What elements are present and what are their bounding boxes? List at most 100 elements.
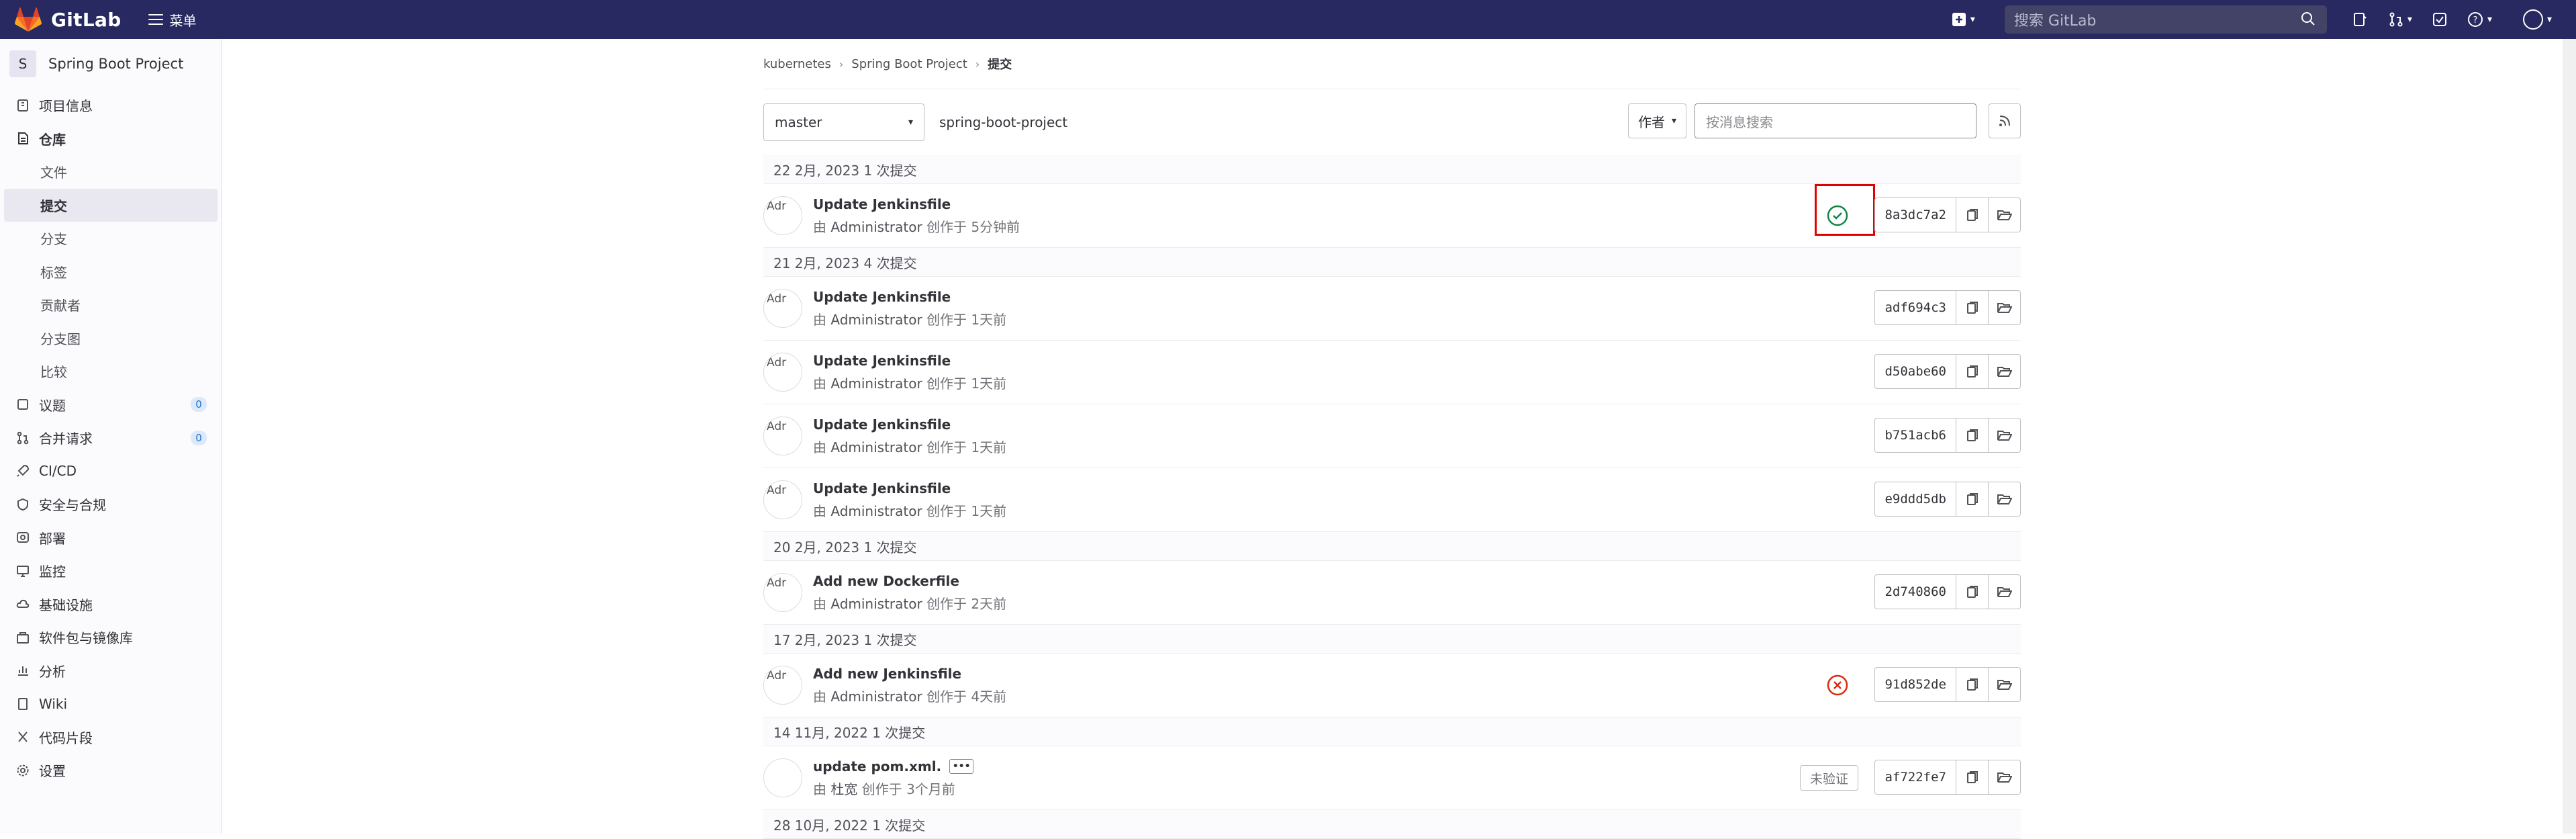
chevron-down-icon: ▾	[1671, 116, 1676, 126]
browse-files-button[interactable]	[1989, 354, 2021, 389]
copy-sha-button[interactable]	[1956, 760, 1989, 795]
commit-title[interactable]: Add new Dockerfile	[813, 573, 959, 589]
breadcrumb-group[interactable]: kubernetes	[763, 57, 831, 71]
sidebar-item-security[interactable]: 安全与合规	[0, 488, 222, 521]
merge-requests-top-button[interactable]: ▾	[2389, 12, 2412, 27]
sidebar-item-monitor[interactable]: 监控	[0, 554, 222, 588]
avatar[interactable]: Adr	[763, 666, 802, 705]
commit-title[interactable]: update pom.xml.	[813, 758, 941, 775]
commit-search-input[interactable]: 按消息搜索	[1695, 103, 1976, 138]
sidebar-item-infrastructure[interactable]: 基础设施	[0, 588, 222, 621]
sidebar-sub-graph[interactable]: 分支图	[0, 322, 222, 355]
commit-sha[interactable]: 2d740860	[1874, 574, 1956, 609]
commit-sha[interactable]: 91d852de	[1874, 667, 1956, 702]
browse-files-button[interactable]	[1989, 667, 2021, 702]
expand-message-button[interactable]: •••	[949, 758, 974, 774]
todos-button[interactable]	[2432, 12, 2447, 27]
issues-top-button[interactable]	[2352, 12, 2367, 27]
sidebar-item-project-info[interactable]: 项目信息	[0, 89, 222, 122]
commit-sha[interactable]: adf694c3	[1874, 290, 1956, 325]
avatar[interactable]: Adr	[763, 573, 802, 612]
todo-check-icon	[2432, 13, 2446, 26]
copy-icon	[1966, 586, 1978, 598]
copy-sha-button[interactable]	[1956, 290, 1989, 325]
branch-selector[interactable]: master ▾	[763, 103, 924, 141]
copy-icon	[1966, 493, 1978, 505]
commit-author[interactable]: Administrator	[830, 312, 922, 328]
sidebar-item-repository[interactable]: 仓库	[0, 122, 222, 156]
sidebar-sub-compare[interactable]: 比较	[0, 355, 222, 388]
sidebar-item-packages[interactable]: 软件包与镜像库	[0, 621, 222, 654]
sidebar-item-settings[interactable]: 设置	[0, 754, 222, 787]
copy-sha-button[interactable]	[1956, 197, 1989, 232]
commit-author[interactable]: Administrator	[830, 439, 922, 455]
sidebar-item-deployments[interactable]: 部署	[0, 521, 222, 555]
copy-sha-button[interactable]	[1956, 574, 1989, 609]
commit-sha[interactable]: b751acb6	[1874, 418, 1956, 453]
project-sidebar: S Spring Boot Project 项目信息 仓库 文件 提交 分支 标…	[0, 39, 222, 834]
browse-files-button[interactable]	[1989, 574, 2021, 609]
sidebar-item-label: Wiki	[39, 695, 68, 712]
copy-sha-button[interactable]	[1956, 667, 1989, 702]
sidebar-item-snippets[interactable]: 代码片段	[0, 721, 222, 754]
author-dropdown[interactable]: 作者 ▾	[1627, 103, 1686, 138]
copy-sha-button[interactable]	[1956, 482, 1989, 517]
commit-by: 由	[813, 439, 826, 455]
commit-title[interactable]: Update Jenkinsfile	[813, 289, 951, 305]
commit-by: 由	[813, 502, 826, 519]
scrollbar[interactable]	[2563, 39, 2576, 834]
commit-author[interactable]: 杜宽	[830, 781, 857, 797]
global-search-input[interactable]: 搜索 GitLab	[2004, 5, 2327, 34]
sidebar-sub-commits[interactable]: 提交	[4, 188, 218, 222]
avatar[interactable]: Adr	[763, 416, 802, 455]
gitlab-logo[interactable]: GitLab	[15, 7, 122, 32]
new-item-button[interactable]: ▾	[1952, 12, 1975, 27]
unverified-badge[interactable]: 未验证	[1799, 765, 1858, 791]
commit-title[interactable]: Update Jenkinsfile	[813, 416, 951, 433]
sidebar-project-header[interactable]: S Spring Boot Project	[0, 39, 222, 89]
book-icon	[15, 697, 31, 711]
pipeline-status-failed[interactable]	[1824, 672, 1851, 699]
commit-title[interactable]: Update Jenkinsfile	[813, 196, 951, 212]
commit-author[interactable]: Administrator	[830, 376, 922, 392]
breadcrumb-current[interactable]: 提交	[988, 55, 1012, 73]
copy-sha-button[interactable]	[1956, 418, 1989, 453]
avatar[interactable]: Adr	[763, 289, 802, 328]
breadcrumb-project[interactable]: Spring Boot Project	[851, 57, 967, 71]
sidebar-sub-tags[interactable]: 标签	[0, 255, 222, 289]
commit-author[interactable]: Administrator	[830, 596, 922, 612]
sidebar-sub-contributors[interactable]: 贡献者	[0, 288, 222, 322]
commit-author[interactable]: Administrator	[830, 503, 922, 519]
user-menu-button[interactable]: ▾	[2522, 9, 2552, 30]
sidebar-item-merge-requests[interactable]: 合并请求 0	[0, 421, 222, 455]
sidebar-item-issues[interactable]: 议题 0	[0, 388, 222, 422]
commit-sha[interactable]: 8a3dc7a2	[1874, 197, 1956, 232]
avatar[interactable]: Adr	[763, 196, 802, 235]
sidebar-item-wiki[interactable]: Wiki	[0, 687, 222, 721]
sidebar-item-cicd[interactable]: CI/CD	[0, 455, 222, 488]
browse-files-button[interactable]	[1989, 290, 2021, 325]
commit-sha[interactable]: af722fe7	[1874, 760, 1956, 795]
browse-files-button[interactable]	[1989, 482, 2021, 517]
sidebar-sub-files[interactable]: 文件	[0, 155, 222, 189]
sidebar-sub-branches[interactable]: 分支	[0, 222, 222, 255]
project-path[interactable]: spring-boot-project	[939, 114, 1067, 130]
copy-sha-button[interactable]	[1956, 354, 1989, 389]
avatar[interactable]: Adr	[763, 480, 802, 519]
avatar[interactable]: Adr	[763, 353, 802, 392]
sidebar-item-analytics[interactable]: 分析	[0, 654, 222, 688]
commit-author[interactable]: Administrator	[830, 689, 922, 705]
menu-button[interactable]: 菜单	[148, 10, 197, 30]
commit-sha[interactable]: e9ddd5db	[1874, 482, 1956, 517]
commit-title[interactable]: Update Jenkinsfile	[813, 353, 951, 369]
commit-title[interactable]: Add new Jenkinsfile	[813, 666, 961, 682]
commit-title[interactable]: Update Jenkinsfile	[813, 480, 951, 496]
avatar[interactable]	[763, 758, 802, 797]
rss-button[interactable]	[1989, 103, 2021, 138]
commit-author[interactable]: Administrator	[830, 219, 922, 235]
commit-sha[interactable]: d50abe60	[1874, 354, 1956, 389]
help-button[interactable]: ? ▾	[2467, 11, 2492, 28]
browse-files-button[interactable]	[1989, 418, 2021, 453]
browse-files-button[interactable]	[1989, 760, 2021, 795]
browse-files-button[interactable]	[1989, 197, 2021, 232]
